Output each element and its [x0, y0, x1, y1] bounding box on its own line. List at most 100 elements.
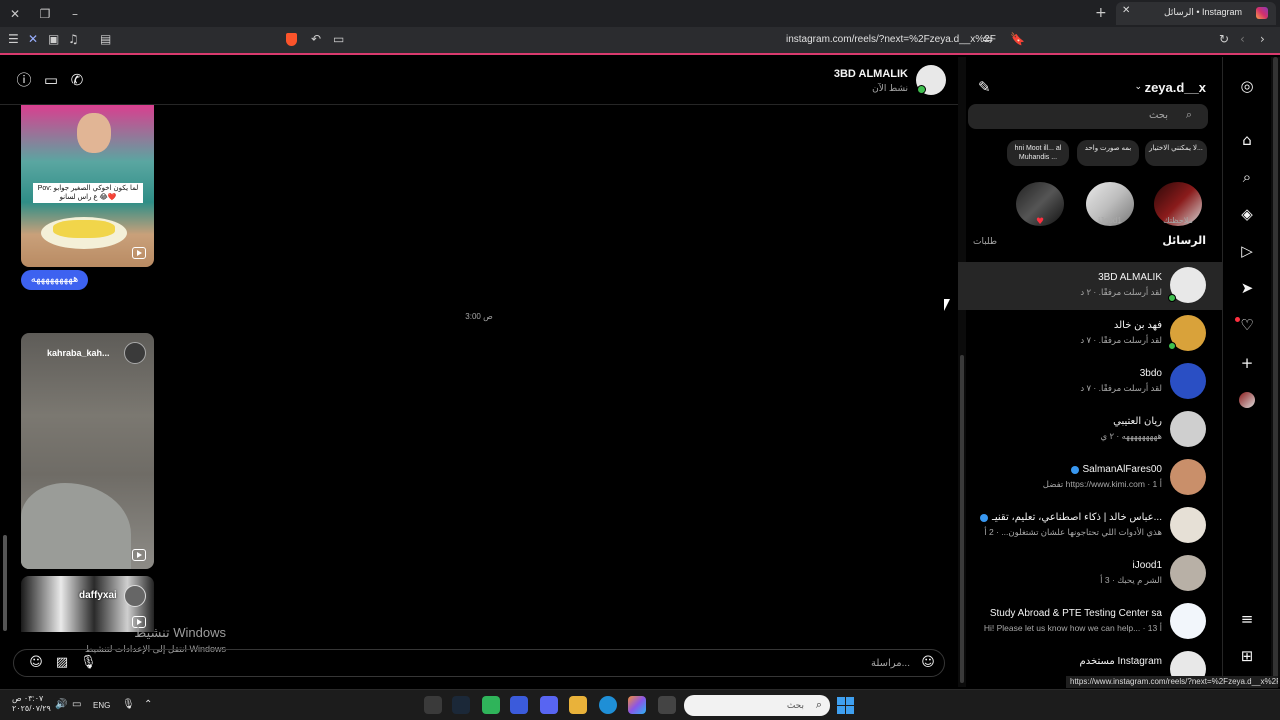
instagram-favicon-icon [1256, 7, 1268, 19]
windows-start-icon[interactable] [837, 697, 854, 714]
phone-call-icon[interactable]: ✆ [68, 71, 86, 89]
x-extension-icon[interactable]: ✕ [28, 32, 38, 46]
conversation-item[interactable]: iJood1 الشر م يحبك · 3 أ [958, 550, 1222, 598]
conversation-item[interactable]: فهد بن خالد لقد أرسلت مرفقًا. · ٧ د [958, 310, 1222, 358]
profile-avatar[interactable] [1239, 392, 1255, 408]
search-icon[interactable]: ⌕ [1238, 168, 1256, 186]
conversation-item[interactable]: SalmanAlFares00 تفضل https://www.kimi.com… [958, 454, 1222, 502]
inbox-username[interactable]: zeya.d__x [1145, 80, 1206, 95]
search-input[interactable]: بحث ⌕ [968, 104, 1208, 129]
conversation-item[interactable]: عباس خالد | ذكاء اصطناعي، تعليم، تقنيـ..… [958, 502, 1222, 550]
reel-author-avatar [124, 342, 146, 364]
conversation-avatar [1170, 603, 1206, 639]
url-bar[interactable]: instagram.com/reels/?next=%2Fzeya.d__x%2… [786, 34, 996, 45]
contact-name[interactable]: 3BD ALMALIK [834, 68, 908, 80]
tab-requests[interactable]: طلبات [973, 236, 997, 247]
brave-shield-icon[interactable] [286, 33, 297, 46]
back-arrow-icon[interactable]: ↶ [311, 32, 321, 46]
video-call-icon[interactable]: ▭ [42, 71, 60, 89]
menu-icon[interactable]: ☰ [8, 32, 19, 46]
maximize-window-icon[interactable]: ❐ [36, 5, 54, 23]
music-icon[interactable]: ♫ [68, 32, 79, 46]
file-explorer-icon[interactable] [569, 696, 587, 714]
conversation-avatar [1170, 459, 1206, 495]
explore-icon[interactable]: ◈ [1238, 205, 1256, 223]
also-from-meta-icon[interactable]: ⊞ [1238, 647, 1256, 665]
reel-icon [132, 549, 146, 561]
online-indicator [1168, 294, 1176, 302]
instagram-logo-icon[interactable]: ◎ [1238, 77, 1256, 95]
mouse-cursor [944, 299, 950, 311]
chat-area: ⓘ ▭ ✆ 3BD ALMALIK نشط الآن Pov: لما يكون… [0, 57, 958, 687]
speaker-icon[interactable]: 🔊 [55, 699, 67, 710]
edge-icon[interactable] [599, 696, 617, 714]
sidebar-icon[interactable]: ▣ [48, 32, 59, 46]
forward-icon[interactable]: › [1260, 32, 1265, 46]
sticker-icon[interactable]: ☺ [28, 655, 44, 671]
close-window-icon[interactable]: ✕ [6, 5, 24, 23]
page-scrollbar[interactable] [1271, 57, 1280, 687]
new-tab-button[interactable]: + [1095, 5, 1107, 21]
reload-icon[interactable]: ↻ [1219, 32, 1229, 46]
conversation-name: عباس خالد | ذكاء اصطناعي، تعليم، تقنيـ..… [991, 512, 1162, 523]
message-bubble[interactable]: هههههههههه [21, 270, 88, 290]
chat-scrollbar[interactable] [3, 105, 7, 635]
conversation-preview: Hi! Please let us know how we can help..… [983, 623, 1162, 633]
conversation-name: Study Abroad & PTE Testing Center sa [989, 608, 1162, 619]
shared-reel[interactable]: daffyxai [21, 576, 154, 632]
copilot-icon[interactable] [628, 696, 646, 714]
browser-tab[interactable]: ✕ الرسائل • Instagram [1116, 2, 1276, 25]
language-indicator[interactable]: ENG [93, 701, 110, 710]
create-icon[interactable]: + [1238, 354, 1256, 372]
reel-username: kahraba_kah... [47, 348, 110, 358]
conversation-item[interactable]: ريان العتيبي هههههههههه · ٢ ي [958, 406, 1222, 454]
note-item[interactable]: بمه صورت واحد iJood1 [1077, 140, 1139, 252]
reader-icon[interactable]: ▭ [333, 32, 344, 46]
heart-icon: ♥ [1036, 217, 1045, 227]
microphone-icon[interactable]: 🎙 [122, 699, 135, 710]
conversation-avatar [1170, 507, 1206, 543]
time-divider: 3:00 ص [465, 312, 493, 321]
tab-messages[interactable]: الرسائل [1162, 234, 1206, 247]
shared-reel[interactable]: kahraba_kah... [21, 333, 154, 569]
chevron-down-icon[interactable]: ⌄ [1134, 82, 1142, 92]
app-icon[interactable] [482, 696, 500, 714]
note-item[interactable]: hni Moot ill... al Muhandis ... ♥ [1007, 140, 1069, 252]
chevron-up-icon[interactable]: ⌃ [144, 699, 152, 710]
conversation-item[interactable]: 3bdo لقد أرسلت مرفقًا. · ٧ د [958, 358, 1222, 406]
notifications-heart-icon[interactable]: ♡ [1238, 316, 1256, 334]
message-input[interactable]: مراسلة... [871, 658, 910, 669]
message-composer[interactable]: ☺ ▨ 🎙 مراسلة... ☺ [13, 649, 945, 677]
wallet-icon[interactable]: ▤ [100, 32, 111, 46]
minimize-window-icon[interactable]: – [66, 5, 84, 23]
home-icon[interactable]: ⌂ [1238, 131, 1256, 149]
info-icon[interactable]: ⓘ [15, 71, 33, 89]
conversation-item[interactable]: Study Abroad & PTE Testing Center sa Hi! … [958, 598, 1222, 646]
bookmark-icon[interactable]: 🔖 [1010, 32, 1025, 46]
discord-icon[interactable] [540, 696, 558, 714]
shared-reel[interactable]: Pov: لما يكون اخوكي الصغير جوابو ع راس ل… [21, 105, 154, 267]
steam-icon[interactable] [452, 696, 470, 714]
back-icon[interactable]: ‹ [1240, 32, 1245, 46]
image-upload-icon[interactable]: ▨ [54, 655, 70, 671]
tab-close-icon[interactable]: ✕ [1122, 5, 1130, 16]
emoji-icon[interactable]: ☺ [920, 655, 936, 671]
conversation-name: SalmanAlFares00 [1082, 464, 1162, 475]
conversation-item[interactable]: 3BD ALMALIK لقد أرسلت مرفقًا. · ٢ د [958, 262, 1222, 310]
microphone-icon[interactable]: 🎙 [80, 655, 97, 671]
messages-icon[interactable]: ➤ [1238, 279, 1256, 297]
conversation-name: 3bdo [1139, 368, 1162, 379]
app-icon[interactable] [424, 696, 442, 714]
share-icon[interactable]: ⇋ [983, 32, 993, 46]
app-icon[interactable] [510, 696, 528, 714]
verified-badge-icon [979, 514, 988, 522]
network-icon[interactable]: ▭ [72, 699, 81, 710]
note-label: ملاحظتك [1163, 216, 1193, 225]
new-message-icon[interactable]: ✎ [978, 78, 991, 96]
reels-icon[interactable]: ▷ [1238, 242, 1256, 260]
task-view-icon[interactable] [658, 696, 676, 714]
contact-avatar[interactable] [916, 65, 946, 95]
more-menu-icon[interactable]: ≡ [1238, 610, 1256, 628]
tray-clock[interactable]: ٠٣:٠٧ ص ٢٠٢٥/٠٧/٢٩ [12, 694, 51, 714]
taskbar-search[interactable]: بحث ⌕ [684, 695, 830, 716]
